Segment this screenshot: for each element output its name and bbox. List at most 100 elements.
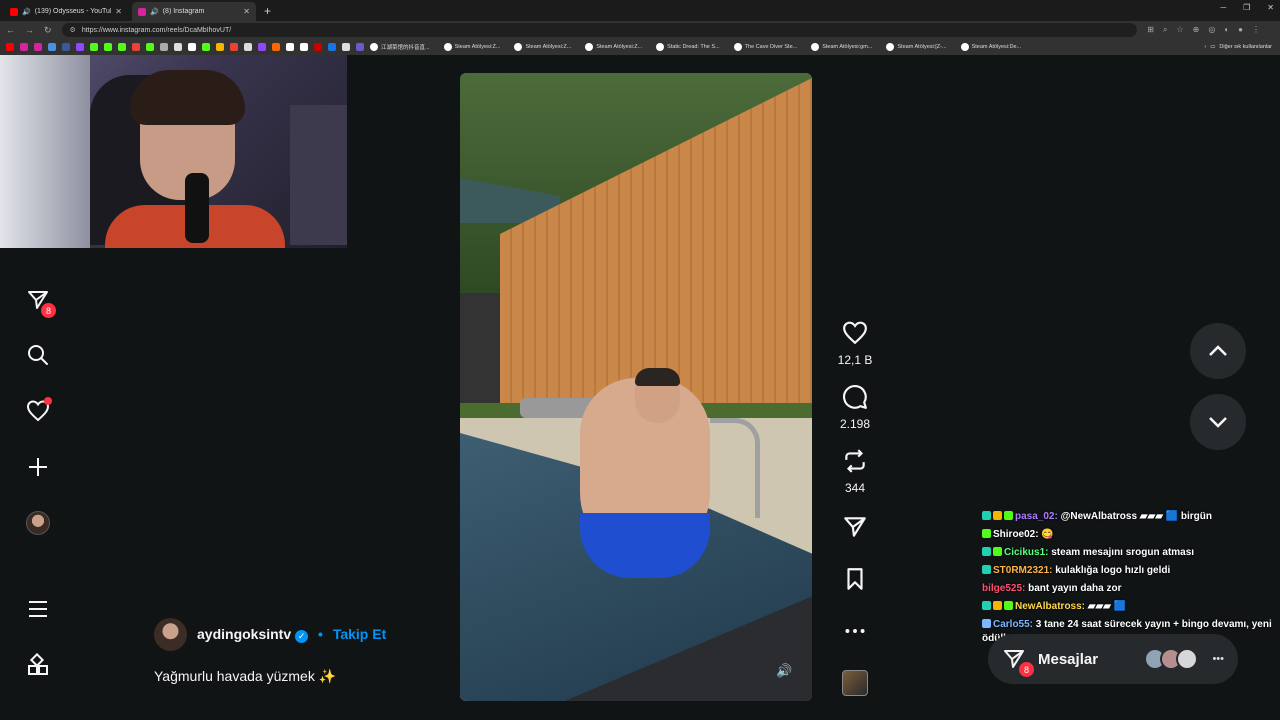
tab-youtube[interactable]: 🔊 (139) Odysseus - YouTube ✕ — [4, 2, 128, 21]
chevron-right-icon[interactable]: › — [1204, 44, 1206, 50]
more-dots-icon — [845, 629, 865, 633]
extension-icon[interactable]: ⊕ — [1193, 25, 1200, 35]
new-tab-button[interactable]: + — [264, 4, 271, 18]
more-options-button[interactable] — [830, 618, 880, 649]
bookmark-icon[interactable] — [62, 43, 70, 51]
like-button[interactable]: 12,1 B — [830, 320, 880, 367]
save-button[interactable] — [830, 566, 880, 597]
bookmark-icon[interactable] — [20, 43, 28, 51]
chat-text: bant yayın daha zor — [1028, 583, 1122, 594]
forward-icon[interactable]: → — [25, 25, 34, 35]
speaker-icon[interactable]: 🔊 — [150, 8, 159, 16]
bookmark-icon[interactable] — [160, 43, 168, 51]
bookmark-icon[interactable] — [244, 43, 252, 51]
chat-text: kulaklığa logo hızlı geldi — [1055, 565, 1171, 576]
bookmark-link[interactable]: Steam Atölyesi:Z... — [585, 43, 642, 51]
bookmark-link[interactable]: Steam Atölyesi:De... — [960, 43, 1021, 51]
install-icon[interactable]: ⊞ — [1147, 25, 1154, 35]
apps-grid-icon — [28, 653, 48, 675]
audio-cover-image — [842, 670, 868, 696]
comment-button[interactable]: 2.198 — [830, 384, 880, 431]
other-bookmarks[interactable]: › ▭ Diğer sık kullanılanlar — [1204, 44, 1272, 50]
close-tab-icon[interactable]: ✕ — [115, 7, 122, 16]
speaker-icon[interactable]: 🔊 — [22, 8, 31, 16]
nav-more[interactable] — [26, 597, 50, 621]
site-info-icon[interactable]: ⚙ — [70, 26, 76, 34]
chat-message: pasa_02: @NewAlbatross ▰▰▰ 🟦 birgün — [982, 510, 1272, 524]
next-reel-button[interactable] — [1190, 394, 1246, 450]
bookmark-link[interactable]: Static Dread: The S... — [656, 43, 720, 51]
bookmark-icon[interactable] — [272, 43, 280, 51]
bookmark-link[interactable]: Steam Atölyesi:[Z-... — [886, 43, 947, 51]
bookmark-icon[interactable] — [6, 43, 14, 51]
bookmark-icon[interactable] — [104, 43, 112, 51]
back-icon[interactable]: ← — [6, 25, 15, 35]
audio-thumbnail[interactable] — [830, 670, 880, 696]
bookmark-icon[interactable] — [216, 43, 224, 51]
chat-message: NewAlbatross: ▰▰▰ 🟦 — [982, 600, 1272, 614]
bookmark-icon[interactable] — [118, 43, 126, 51]
chat-message: Cicikus1: steam mesajını srogun atması — [982, 546, 1272, 560]
nav-profile[interactable] — [26, 511, 50, 535]
bookmark-icon[interactable] — [146, 43, 154, 51]
bookmark-icon[interactable] — [48, 43, 56, 51]
chat-text: steam mesajını srogun atması — [1051, 547, 1195, 558]
bookmark-icon[interactable] — [286, 43, 294, 51]
bookmark-icon[interactable] — [174, 43, 182, 51]
follow-button[interactable]: Takip Et — [333, 626, 386, 642]
maximize-icon[interactable]: ❐ — [1243, 3, 1250, 12]
nav-also-from-meta[interactable] — [26, 653, 50, 677]
address-toolbar: ← → ↻ ⚙ https://www.instagram.com/reels/… — [0, 21, 1280, 39]
bookmark-icon[interactable] — [202, 43, 210, 51]
plus-icon — [29, 458, 47, 476]
nav-search[interactable] — [26, 343, 50, 367]
nav-messages[interactable]: 8 — [26, 288, 56, 318]
bookmark-star-icon[interactable]: ☆ — [1176, 25, 1183, 35]
bookmark-icon[interactable] — [314, 43, 322, 51]
bookmark-icon[interactable] — [230, 43, 238, 51]
nav-notifications[interactable] — [26, 397, 52, 423]
share-button[interactable] — [830, 514, 880, 545]
profile-icon[interactable]: ● — [1238, 25, 1243, 35]
messages-floating-button[interactable]: 8 Mesajlar ••• — [988, 634, 1238, 684]
chat-message: Shiroe02: 😋 — [982, 528, 1272, 542]
bookmark-icon[interactable] — [34, 43, 42, 51]
url-field[interactable]: ⚙ https://www.instagram.com/reels/DcaMbI… — [61, 23, 1138, 37]
nav-create[interactable] — [26, 455, 50, 479]
chat-badge-icon — [982, 601, 991, 610]
previous-reel-button[interactable] — [1190, 323, 1246, 379]
extension-icon[interactable]: ◐ — [1224, 25, 1229, 35]
author-username[interactable]: aydingoksintv — [197, 626, 291, 642]
bookmark-icon[interactable] — [76, 43, 84, 51]
bookmark-link[interactable]: Steam Atölyesi:gm... — [811, 43, 872, 51]
author-avatar[interactable] — [154, 618, 187, 651]
bookmark-link[interactable]: 江湖菜馆的抖音直... — [370, 43, 430, 51]
minimize-icon[interactable]: ─ — [1220, 3, 1226, 12]
audio-toggle-icon[interactable]: 🔊 — [776, 663, 792, 679]
streamer-webcam-overlay — [0, 55, 347, 248]
chat-badge-icon — [1004, 511, 1013, 520]
zoom-icon[interactable]: ⌕ — [1163, 25, 1167, 35]
extension-icon[interactable]: ◎ — [1208, 25, 1215, 35]
close-window-icon[interactable]: ✕ — [1267, 3, 1274, 12]
close-tab-icon[interactable]: ✕ — [243, 7, 250, 16]
bookmark-link[interactable]: Steam Atölyesi:Z... — [443, 43, 500, 51]
bookmark-icon[interactable] — [132, 43, 140, 51]
browser-tab-strip: 🔊 (139) Odysseus - YouTube ✕ 🔊 (8) Insta… — [0, 0, 1280, 21]
menu-icon[interactable]: ⋮ — [1252, 25, 1260, 35]
chat-message: bilge525: bant yayın daha zor — [982, 582, 1272, 596]
tab-instagram[interactable]: 🔊 (8) Instagram ✕ — [132, 2, 256, 21]
bookmark-link[interactable]: Steam Atölyesi:Z... — [514, 43, 571, 51]
bookmark-icon[interactable] — [258, 43, 266, 51]
bookmark-icon[interactable] — [356, 43, 364, 51]
bookmark-icon[interactable] — [300, 43, 308, 51]
reload-icon[interactable]: ↻ — [44, 25, 52, 36]
steam-icon — [656, 43, 665, 51]
bookmark-icon[interactable] — [328, 43, 336, 51]
bookmark-icon[interactable] — [188, 43, 196, 51]
bookmark-icon[interactable] — [90, 43, 98, 51]
bookmark-icon[interactable] — [342, 43, 350, 51]
repost-button[interactable]: 344 — [830, 448, 880, 495]
bookmark-link[interactable]: The Cave Diver Ste... — [733, 43, 797, 51]
reel-video[interactable]: 🔊 — [460, 73, 812, 701]
